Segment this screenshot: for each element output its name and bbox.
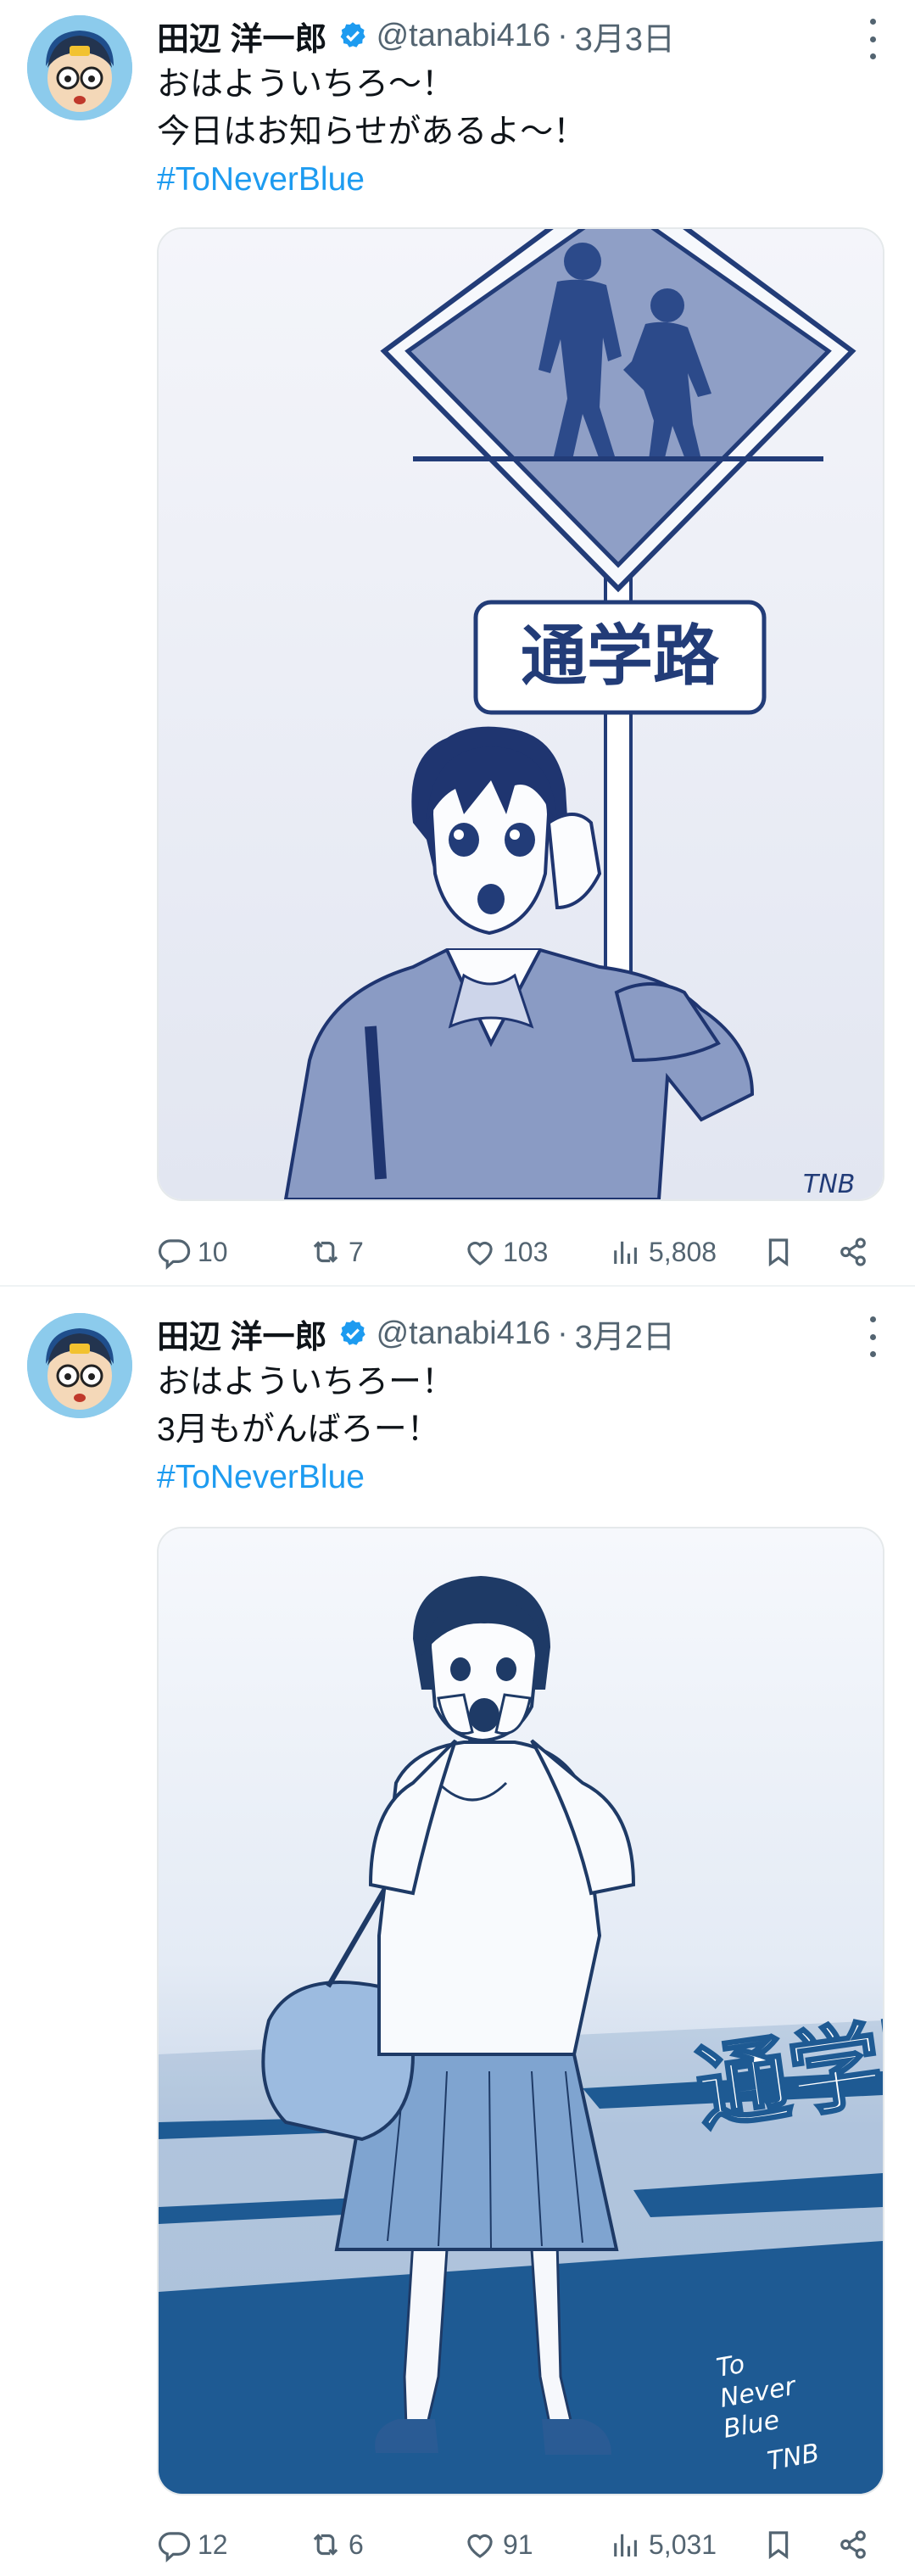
share-button[interactable]: [835, 2519, 876, 2570]
tweet-image[interactable]: 通学路 To Never Blue TNB: [157, 1527, 884, 2495]
avatar-face-icon: [27, 15, 132, 120]
retweet-count: 6: [349, 2529, 364, 2560]
action-bar: 10 7 103 5,808: [157, 1227, 886, 1277]
avatar[interactable]: [27, 15, 132, 120]
tweet[interactable]: 田辺 洋一郎 @tanabi416 · 3月2日 おはよういちろー！ 3月もがん…: [0, 1298, 915, 2576]
retweet-count: 7: [349, 1236, 364, 1267]
like-count: 91: [503, 2529, 533, 2560]
like-button[interactable]: 91: [462, 2519, 533, 2570]
reply-button[interactable]: 10: [157, 1227, 228, 1277]
schoolgirl-illustration: 通学路 To Never Blue TNB: [159, 1528, 883, 2494]
action-bar: 12 6 91 5,031: [157, 2519, 886, 2570]
bookmark-icon: [768, 2531, 789, 2560]
tweet-text-line: 今日はお知らせがあるよ～！: [157, 114, 587, 150]
views-count: 5,808: [649, 1236, 717, 1267]
heart-icon: [467, 1241, 493, 1266]
tweet-header: 田辺 洋一郎 @tanabi416 · 3月3日: [157, 12, 675, 59]
retweet-icon: [313, 1241, 338, 1263]
tweet-text-line: おはよういちろー！: [157, 1364, 455, 1400]
avatar[interactable]: [27, 1313, 132, 1418]
tweet-divider: [0, 1285, 915, 1287]
retweet-button[interactable]: 6: [308, 2519, 364, 2570]
avatar-face-icon: [27, 1313, 132, 1418]
author-name[interactable]: 田辺 洋一郎: [157, 13, 327, 59]
tweet-header: 田辺 洋一郎 @tanabi416 · 3月2日: [157, 1310, 675, 1357]
separator-dot: ·: [557, 1315, 568, 1351]
tweet-text: おはよういちろー！ 3月もがんばろー！ #ToNeverBlue: [157, 1359, 455, 1501]
views-chart-icon: [614, 2534, 637, 2556]
more-options-icon[interactable]: [864, 19, 881, 59]
reply-icon: [159, 2532, 191, 2562]
share-icon: [840, 2530, 866, 2559]
reply-count: 10: [198, 1236, 228, 1267]
reply-icon: [159, 1239, 191, 1270]
verified-badge-icon: [340, 1320, 365, 1345]
tweet-date[interactable]: 3月2日: [575, 1310, 675, 1357]
separator-dot: ·: [557, 17, 568, 53]
views-count: 5,031: [649, 2529, 717, 2560]
signature-line: To: [714, 2350, 747, 2383]
artist-signature: TNB: [803, 1170, 855, 1199]
hashtag-link[interactable]: #ToNeverBlue: [157, 1454, 455, 1501]
tweet-image[interactable]: 通学路 TNB: [157, 227, 884, 1201]
share-icon: [840, 1238, 866, 1266]
tweet-text: おはよういちろ～！ 今日はお知らせがあるよ～！ #ToNeverBlue: [157, 61, 586, 204]
tweet-text-line: おはよういちろ～！: [157, 66, 455, 103]
hashtag-link[interactable]: #ToNeverBlue: [157, 156, 586, 204]
more-options-icon[interactable]: [864, 1316, 881, 1357]
retweet-icon: [313, 2534, 338, 2556]
views-button[interactable]: 5,031: [608, 2519, 717, 2570]
views-button[interactable]: 5,808: [608, 1227, 717, 1277]
reply-button[interactable]: 12: [157, 2519, 228, 2570]
like-count: 103: [503, 1236, 549, 1267]
bookmark-button[interactable]: [761, 1227, 801, 1277]
verified-badge-icon: [340, 22, 365, 47]
tweet-text-line: 3月もがんばろー！: [157, 1411, 440, 1448]
author-handle[interactable]: @tanabi416: [377, 1316, 551, 1352]
bookmark-button[interactable]: [761, 2519, 801, 2570]
views-chart-icon: [614, 1241, 637, 1264]
share-button[interactable]: [835, 1227, 876, 1277]
tweet[interactable]: 田辺 洋一郎 @tanabi416 · 3月3日 おはよういちろ～！ 今日はお知…: [0, 0, 915, 1285]
author-name[interactable]: 田辺 洋一郎: [157, 1310, 327, 1357]
crossing-sign-illustration: 通学路 TNB: [159, 229, 883, 1199]
retweet-button[interactable]: 7: [308, 1227, 364, 1277]
bookmark-icon: [768, 1238, 789, 1267]
like-button[interactable]: 103: [462, 1227, 548, 1277]
tweet-date[interactable]: 3月3日: [575, 13, 675, 59]
heart-icon: [467, 2534, 493, 2558]
sign-plate-text: 通学路: [521, 618, 720, 695]
reply-count: 12: [198, 2529, 228, 2560]
author-handle[interactable]: @tanabi416: [377, 18, 551, 54]
